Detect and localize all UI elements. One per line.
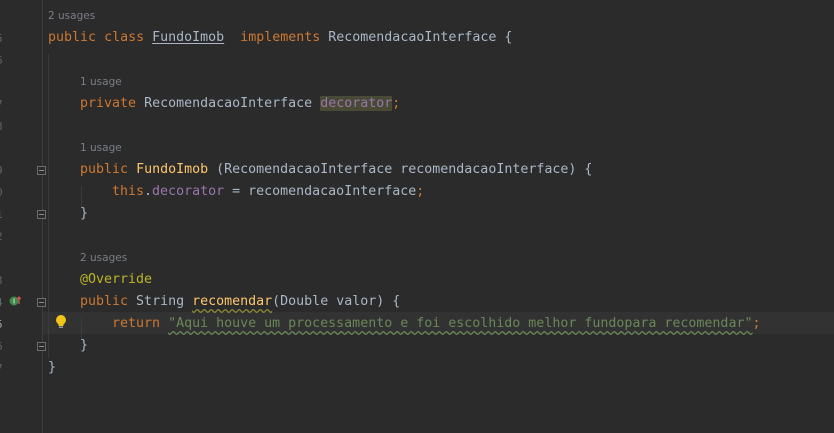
keyword: this: [112, 184, 145, 199]
brace: {: [504, 30, 513, 45]
constructor-name: FundoImob: [136, 162, 209, 177]
constructor-params: (RecomendacaoInterface recomendacaoInter…: [208, 162, 593, 177]
class-declaration-line: public class FundoImob implements Recome…: [48, 27, 512, 49]
line-number: 3: [0, 274, 6, 287]
return-type: String: [128, 294, 193, 309]
implements-method-icon[interactable]: I: [9, 295, 21, 307]
method-params: (Double valor) {: [272, 294, 401, 309]
code-editor[interactable]: 2 usages public class FundoImob implemen…: [43, 0, 834, 433]
line-number: 5: [0, 318, 6, 331]
line-number: 0: [0, 186, 6, 199]
keyword: class: [104, 30, 145, 45]
type-name: RecomendacaoInterface: [144, 96, 313, 111]
usages-hint[interactable]: 2 usages: [48, 10, 95, 22]
assignment: = recomendacaoInterface: [224, 184, 417, 199]
line-number: 9: [0, 164, 6, 177]
dot: .: [144, 184, 153, 199]
semicolon: ;: [392, 96, 401, 111]
constructor-body-line: this.decorator = recomendacaoInterface;: [112, 181, 424, 203]
class-name: FundoImob: [152, 30, 225, 45]
keyword: implements: [240, 30, 321, 45]
line-number: 6: [0, 54, 6, 67]
keyword: private: [80, 96, 137, 111]
keyword: public: [80, 162, 129, 177]
usages-hint[interactable]: 1 usage: [80, 142, 122, 154]
string-literal: "Aqui houve um processamento e foi escol…: [168, 316, 753, 331]
line-number: 7: [0, 362, 6, 375]
line-number: 7: [0, 98, 6, 111]
constructor-declaration-line: public FundoImob (RecomendacaoInterface …: [80, 159, 592, 181]
semicolon: ;: [416, 184, 425, 199]
field-name: decorator: [152, 184, 225, 199]
keyword: return: [112, 316, 161, 331]
line-number: 2: [0, 230, 6, 243]
line-number: 5: [0, 32, 6, 45]
closing-brace: }: [80, 206, 89, 221]
usages-hint[interactable]: 1 usage: [80, 76, 122, 88]
annotation: @Override: [80, 272, 153, 287]
field-declaration-line: private RecomendacaoInterface decorator;: [80, 93, 400, 115]
svg-text:I: I: [13, 298, 15, 306]
line-number: 8: [0, 120, 6, 133]
method-body-line: return "Aqui houve um processamento e fo…: [112, 313, 760, 335]
usages-hint[interactable]: 2 usages: [80, 252, 127, 264]
line-number: 6: [0, 340, 6, 353]
semicolon: ;: [752, 316, 761, 331]
editor-gutter: [0, 0, 42, 433]
keyword: public: [80, 294, 129, 309]
interface-name: RecomendacaoInterface: [328, 30, 497, 45]
line-number: 1: [0, 208, 6, 221]
keyword: public: [48, 30, 97, 45]
field-name: decorator: [320, 96, 393, 111]
line-number: 4: [0, 296, 6, 309]
closing-brace: }: [48, 360, 57, 375]
closing-brace: }: [80, 338, 89, 353]
method-declaration-line: public String recomendar(Double valor) {: [80, 291, 400, 313]
method-name: recomendar: [192, 294, 273, 309]
